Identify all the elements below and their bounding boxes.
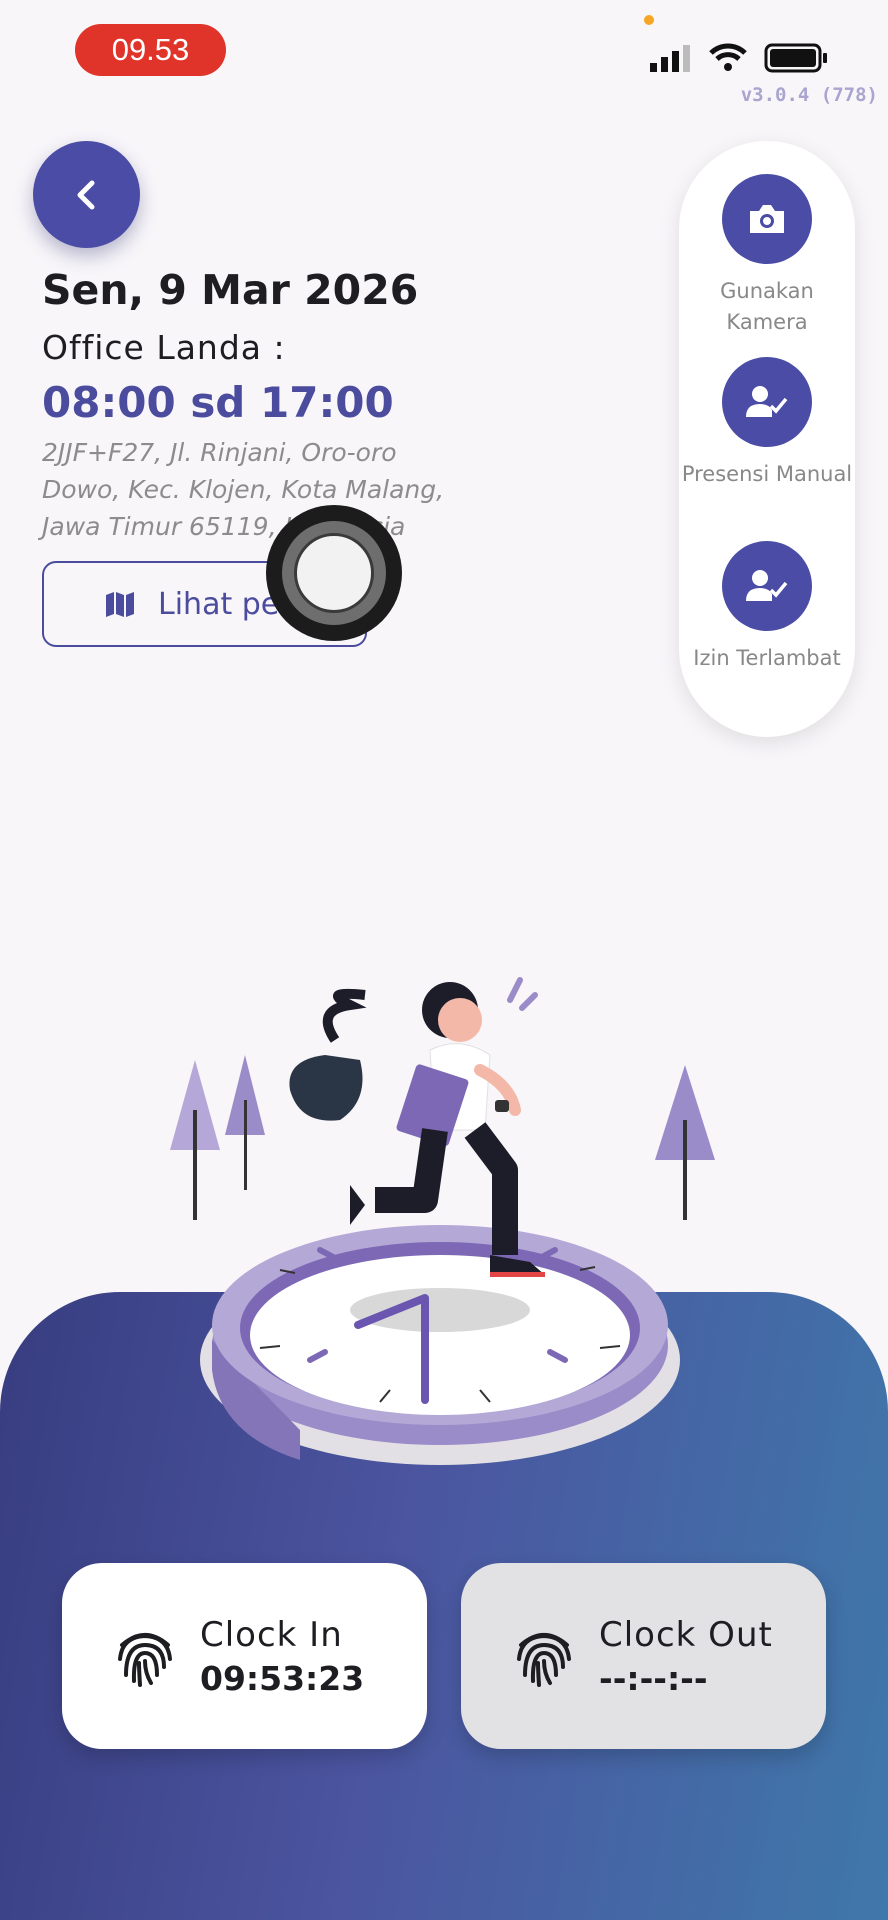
manual-attendance-button[interactable]: Presensi Manual xyxy=(679,357,855,490)
assistive-touch-button[interactable] xyxy=(266,505,402,641)
use-camera-button[interactable]: Gunakan Kamera xyxy=(679,174,855,338)
tree-left-icon xyxy=(170,1055,265,1220)
fingerprint-icon xyxy=(118,1633,172,1687)
current-date: Sen, 9 Mar 2026 xyxy=(42,266,419,314)
office-address: 2JJF+F27, Jl. Rinjani, Oro-oro Dowo, Kec… xyxy=(42,438,445,541)
recording-dot xyxy=(644,15,654,25)
status-time: 09.53 xyxy=(75,24,226,76)
work-hours: 08:00 sd 17:00 xyxy=(42,378,394,427)
side-action-panel: Gunakan Kamera Presensi Manual Izin Terl… xyxy=(679,141,855,737)
tree-right-icon xyxy=(655,1065,715,1220)
manual-attendance-label: Presensi Manual xyxy=(681,462,853,486)
running-woman-clock-illustration xyxy=(170,977,715,1465)
wifi-icon xyxy=(709,43,747,71)
back-button[interactable] xyxy=(33,141,140,248)
clock-out-label: Clock Out xyxy=(599,1614,773,1655)
clock-in-label: Clock In xyxy=(200,1614,343,1655)
camera-icon xyxy=(750,205,784,233)
clock-in-time: 09:53:23 xyxy=(200,1658,365,1698)
use-camera-label: Gunakan Kamera xyxy=(720,279,814,334)
battery-icon xyxy=(764,43,827,73)
office-name: Office Landa : xyxy=(42,328,286,367)
user-check-icon xyxy=(746,386,788,417)
clock-in-card[interactable]: Clock In 09:53:23 xyxy=(62,1563,427,1749)
fingerprint-icon xyxy=(517,1633,571,1687)
user-check-icon xyxy=(746,570,788,601)
app-version: v3.0.4 (778) xyxy=(740,84,878,106)
clock-out-card[interactable]: Clock Out --:--:-- xyxy=(461,1563,826,1749)
late-permission-button[interactable]: Izin Terlambat xyxy=(679,541,855,674)
chevron-left-icon xyxy=(77,180,94,209)
clock-out-time: --:--:-- xyxy=(599,1658,708,1698)
signal-icon xyxy=(650,45,690,72)
late-permission-label: Izin Terlambat xyxy=(693,646,841,670)
map-icon xyxy=(106,592,134,617)
